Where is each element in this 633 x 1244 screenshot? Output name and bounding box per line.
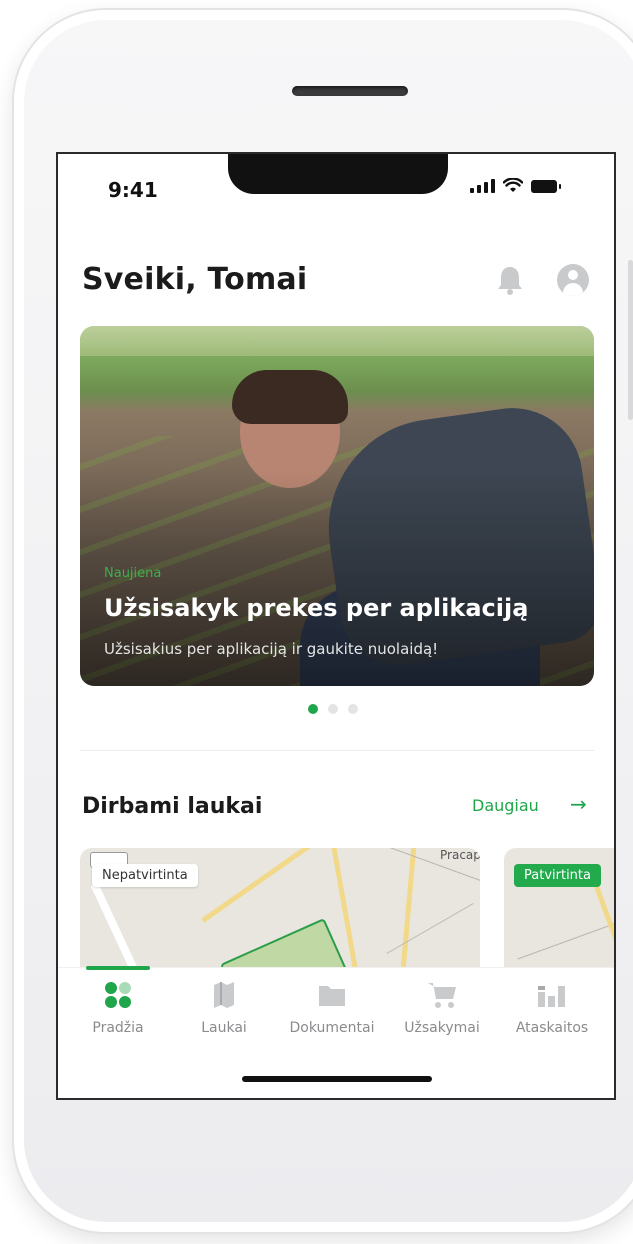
banner-tag: Naujiena (104, 566, 162, 581)
section-title: Dirbami laukai (82, 794, 263, 819)
bell-icon[interactable] (496, 264, 524, 296)
carousel-dot[interactable] (328, 704, 338, 714)
status-icons (470, 178, 561, 193)
divider (80, 750, 594, 751)
tab-label: Užsakymai (404, 1020, 480, 1036)
chart-icon (538, 986, 565, 1007)
home-indicator (242, 1076, 432, 1082)
wifi-icon (503, 178, 523, 192)
status-badge: Patvirtinta (514, 864, 601, 887)
tab-label: Pradžia (92, 1020, 144, 1036)
banner-title: Užsisakyk prekes per aplikaciją (104, 594, 529, 622)
more-link[interactable]: Daugiau (472, 796, 539, 815)
side-button (628, 260, 633, 420)
tab-pradzia[interactable]: Pradžia (64, 980, 172, 1036)
tab-label: Ataskaitos (515, 1020, 589, 1036)
carousel-dots[interactable] (308, 704, 358, 714)
map-label: Pracap. (440, 848, 480, 862)
tab-laukai[interactable]: Laukai (170, 980, 278, 1036)
page-title: Sveiki, Tomai (82, 262, 308, 297)
banner-subtitle: Užsisakius per aplikaciją ir gaukite nuo… (104, 640, 439, 658)
arrow-right-icon[interactable]: → (570, 792, 587, 816)
app-screen: 9:41 Sveiki, Tomai Naujiena Užsisakyk pr… (56, 152, 616, 1100)
notch (228, 154, 448, 194)
folder-icon (319, 986, 345, 1006)
cart-icon (428, 983, 456, 1008)
home-grid-icon (105, 982, 131, 1008)
tab-label: Dokumentai (289, 1020, 375, 1036)
tab-uzsakymai[interactable]: Užsakymai (388, 980, 496, 1036)
tab-active-indicator (86, 966, 150, 970)
avatar[interactable] (557, 264, 589, 296)
field-card[interactable]: Patvirtinta (504, 848, 614, 988)
battery-icon (531, 180, 561, 193)
status-badge: Nepatvirtinta (92, 864, 198, 887)
tab-label: Laukai (201, 1020, 247, 1036)
signal-icon (470, 179, 495, 193)
promo-banner[interactable]: Naujiena Užsisakyk prekes per aplikaciją… (80, 326, 594, 686)
carousel-dot[interactable] (348, 704, 358, 714)
tab-dokumentai[interactable]: Dokumentai (278, 980, 386, 1036)
map-icon (214, 982, 234, 1008)
speaker-grille (292, 86, 408, 96)
status-time: 9:41 (108, 178, 158, 202)
carousel-dot-active[interactable] (308, 704, 318, 714)
tab-ataskaitos[interactable]: Ataskaitos (498, 980, 606, 1036)
